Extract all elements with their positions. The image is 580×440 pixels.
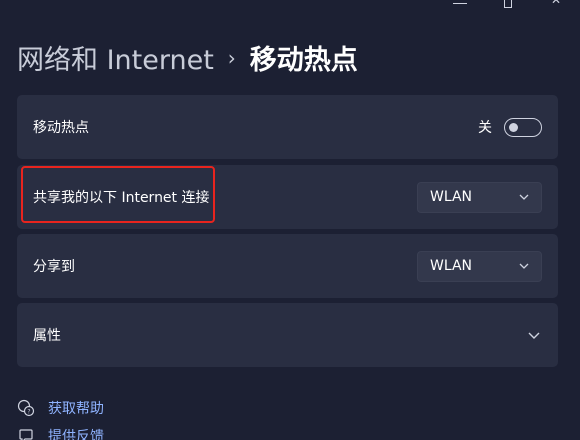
page-title: 移动热点 <box>249 45 358 76</box>
chevron-down-icon <box>519 194 529 200</box>
close-icon: ✕ <box>550 0 562 7</box>
hotspot-toggle[interactable] <box>504 117 542 137</box>
breadcrumb: 网络和 Internet › 移动热点 <box>17 38 358 77</box>
chevron-down-icon <box>519 263 529 269</box>
svg-text:?: ? <box>27 409 30 416</box>
give-feedback-link[interactable]: 提供反馈 <box>17 423 104 440</box>
minimize-button[interactable] <box>436 0 484 10</box>
share-from-value: WLAN <box>430 189 473 205</box>
maximize-icon <box>504 0 512 8</box>
share-over-card: 分享到 WLAN <box>17 234 558 298</box>
share-over-value: WLAN <box>430 258 473 274</box>
breadcrumb-separator: › <box>227 45 236 70</box>
properties-expander[interactable]: 属性 <box>17 303 558 367</box>
share-from-dropdown[interactable]: WLAN <box>417 181 542 213</box>
properties-label: 属性 <box>33 328 61 344</box>
minimize-icon <box>453 3 467 4</box>
get-help-label: 获取帮助 <box>48 401 104 417</box>
get-help-link[interactable]: ? 获取帮助 <box>17 395 104 421</box>
give-feedback-label: 提供反馈 <box>48 429 104 440</box>
share-over-dropdown[interactable]: WLAN <box>417 250 542 282</box>
toggle-knob <box>509 122 518 132</box>
highlight-box <box>21 166 215 223</box>
close-button[interactable]: ✕ <box>532 0 580 10</box>
window-controls: ✕ <box>436 0 580 10</box>
chevron-down-icon <box>528 332 540 339</box>
hotspot-card: 移动热点 关 <box>17 95 558 159</box>
help-icon: ? <box>17 399 35 417</box>
feedback-icon <box>17 427 35 440</box>
hotspot-state-text: 关 <box>478 120 492 136</box>
hotspot-label: 移动热点 <box>33 120 89 136</box>
maximize-button[interactable] <box>484 0 532 10</box>
share-over-label: 分享到 <box>33 259 75 275</box>
help-links: ? 获取帮助 提供反馈 <box>17 395 104 440</box>
settings-window: ✕ 网络和 Internet › 移动热点 移动热点 关 共享我的以下 Inte… <box>0 0 580 440</box>
breadcrumb-parent[interactable]: 网络和 Internet <box>17 38 214 77</box>
